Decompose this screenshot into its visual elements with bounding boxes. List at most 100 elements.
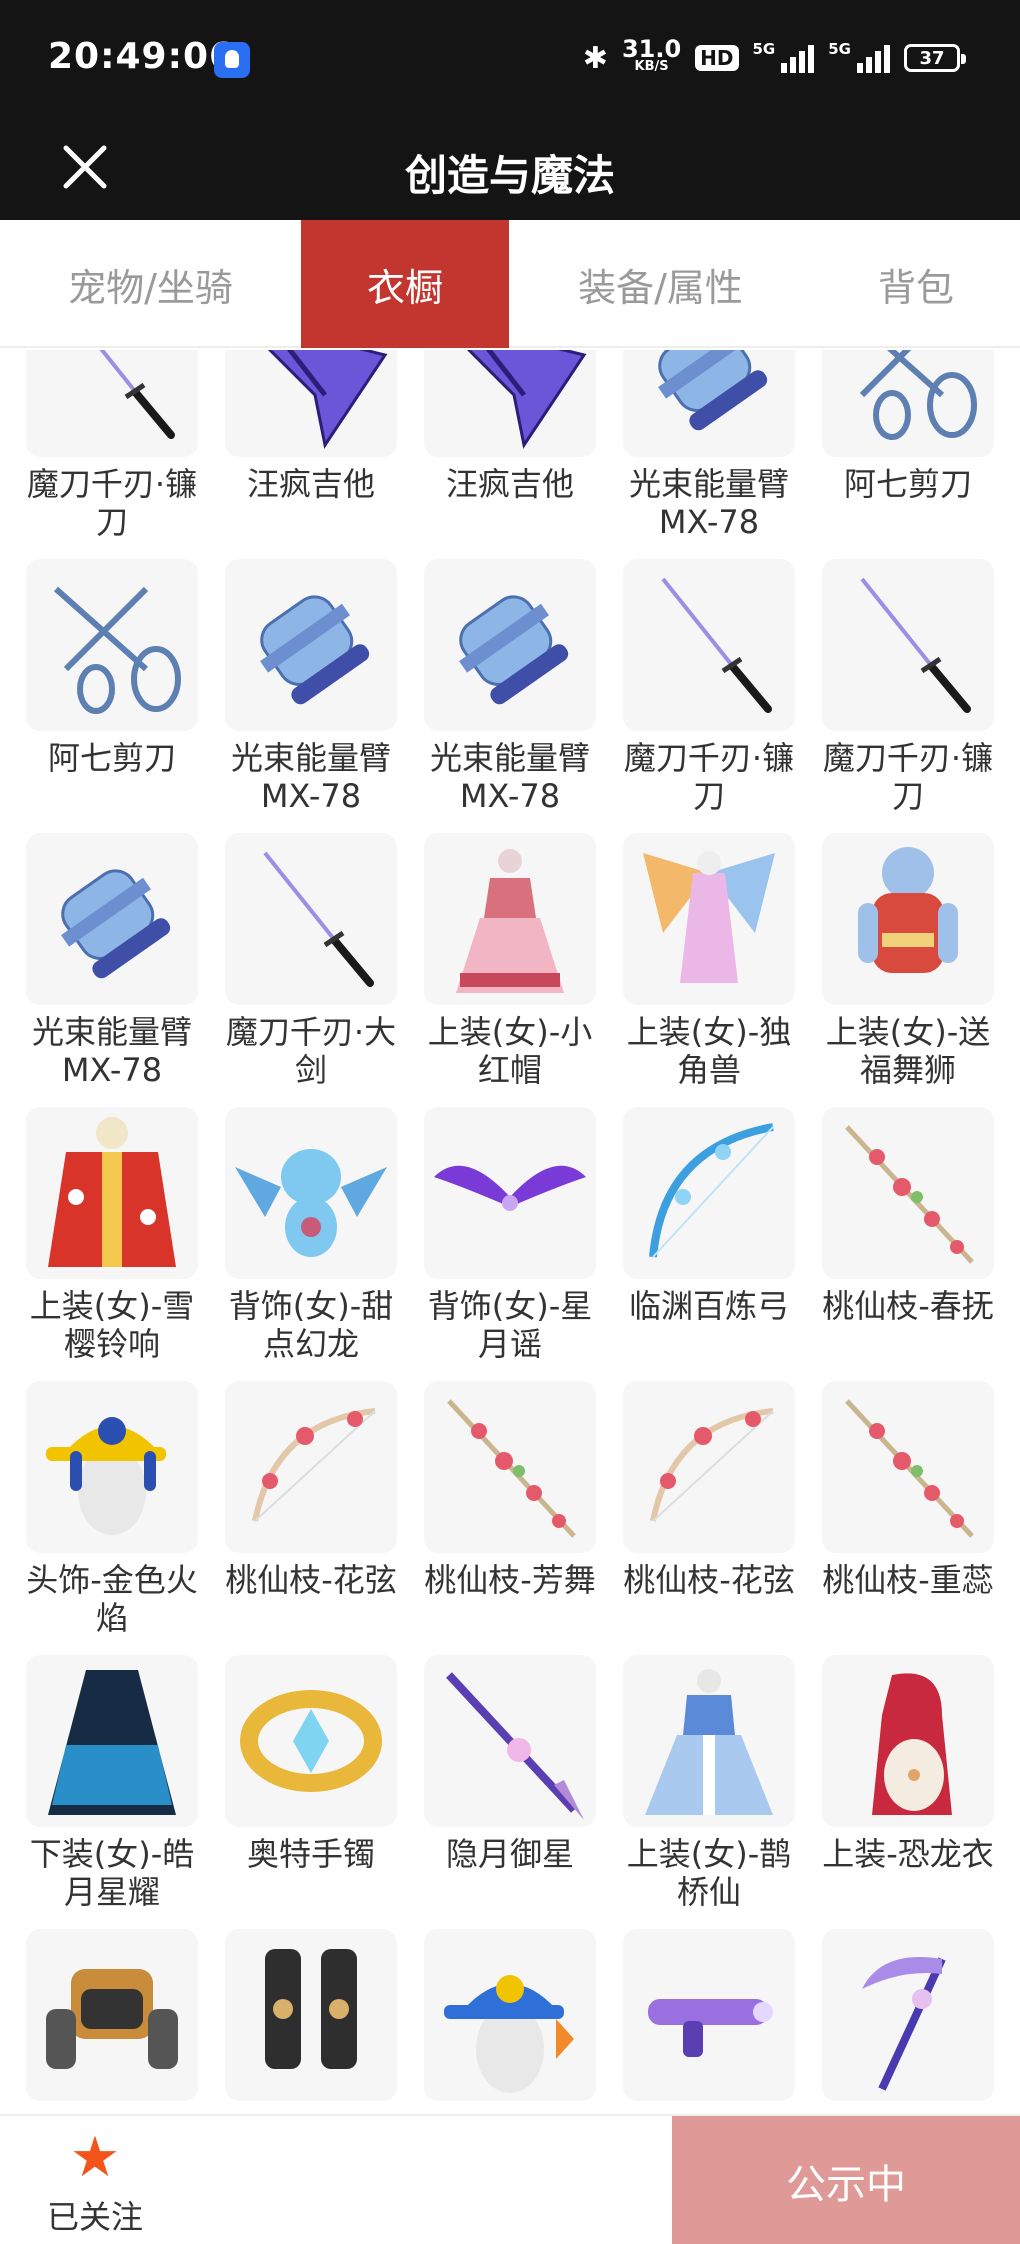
item-image [447, 1399, 576, 1538]
wardrobe-item[interactable]: 阿七剪刀 [26, 559, 198, 833]
item-thumbnail [623, 1655, 795, 1827]
item-image [263, 851, 374, 987]
item-grid-scroll[interactable]: 魔刀千刃·镰刀 汪疯吉他 汪疯吉他 光束能量臂MX-78 阿七剪刀 阿七剪刀 光束能量臂MX… [0, 350, 1020, 2114]
item-image [252, 1408, 376, 1522]
wardrobe-item[interactable]: 魔刀千刃·镰刀 [822, 559, 994, 833]
item-name: 背饰(女)-星月谣 [427, 1287, 593, 1363]
wardrobe-item[interactable]: 隐月御星 [424, 1655, 596, 1929]
wardrobe-item[interactable] [623, 1929, 795, 2114]
star-icon: ★ [69, 2125, 121, 2190]
item-image [872, 1673, 952, 1815]
item-thumbnail [26, 350, 198, 457]
item-thumbnail [822, 1929, 994, 2101]
category-tabs: 宠物/坐骑 衣橱 装备/属性 背包 [0, 220, 1020, 348]
item-name: 奥特手镯 [246, 1835, 375, 1873]
item-name: 下装(女)-皓月星耀 [29, 1835, 195, 1911]
item-thumbnail [623, 1381, 795, 1553]
item-image [845, 1399, 974, 1538]
network-type-1: 5G [752, 40, 776, 58]
item-image [859, 350, 977, 440]
item-image [235, 1149, 387, 1257]
wardrobe-item[interactable]: 上装(女)-独角兽 [623, 833, 795, 1107]
item-thumbnail [225, 1381, 397, 1553]
app-notification-icon [214, 42, 250, 78]
item-thumbnail [26, 833, 198, 1005]
tab-backpack[interactable]: 背包 [812, 220, 1020, 348]
wardrobe-item[interactable]: 奥特手镯 [225, 1655, 397, 1929]
item-thumbnail [822, 1381, 994, 1553]
wardrobe-item[interactable]: 下装(女)-皓月星耀 [26, 1655, 198, 1929]
wardrobe-item[interactable]: 桃仙枝-春抚 [822, 1107, 994, 1381]
wardrobe-item[interactable]: 桃仙枝-重蕊 [822, 1381, 994, 1655]
item-thumbnail [225, 1655, 397, 1827]
item-thumbnail [424, 350, 596, 457]
wardrobe-item[interactable]: 光束能量臂MX-78 [26, 833, 198, 1107]
tab-equipment[interactable]: 装备/属性 [509, 220, 812, 348]
item-thumbnail [424, 833, 596, 1005]
wardrobe-item[interactable]: 上装(女)-小红帽 [424, 833, 596, 1107]
wardrobe-item[interactable]: 上装(女)-送福舞狮 [822, 833, 994, 1107]
wardrobe-item[interactable]: 背饰(女)-甜点幻龙 [225, 1107, 397, 1381]
item-name: 上装-恐龙衣 [822, 1835, 994, 1873]
item-thumbnail [623, 833, 795, 1005]
wardrobe-item[interactable]: 魔刀千刃·大剑 [225, 833, 397, 1107]
bluetooth-icon: ✱ [582, 40, 608, 76]
follow-button[interactable]: ★ 已关注 [30, 2128, 160, 2238]
item-thumbnail [225, 350, 397, 457]
wardrobe-item[interactable] [424, 1929, 596, 2114]
item-image [265, 1949, 357, 2069]
item-image [267, 350, 388, 449]
item-thumbnail [225, 1107, 397, 1279]
item-thumbnail [26, 1381, 198, 1553]
tab-wardrobe[interactable]: 衣橱 [301, 220, 509, 348]
wardrobe-item[interactable]: 汪疯吉他 [225, 350, 397, 559]
item-image [845, 1125, 974, 1264]
item-thumbnail [26, 1107, 198, 1279]
item-image [434, 1165, 586, 1211]
wardrobe-item[interactable]: 汪疯吉他 [424, 350, 596, 559]
hd-voice-icon: HD [695, 45, 739, 71]
item-name: 桃仙枝-花弦 [225, 1561, 397, 1599]
item-image [240, 1690, 382, 1792]
network-speed: 31.0 KB/S [621, 35, 682, 74]
item-name: 桃仙枝-重蕊 [822, 1561, 994, 1599]
wardrobe-item[interactable]: 临渊百炼弓 [623, 1107, 795, 1381]
wardrobe-item[interactable]: 桃仙枝-花弦 [623, 1381, 795, 1655]
wardrobe-item[interactable]: 魔刀千刃·镰刀 [623, 559, 795, 833]
item-thumbnail [623, 1929, 795, 2101]
wardrobe-item[interactable]: 上装-恐龙衣 [822, 1655, 994, 1929]
item-thumbnail [225, 833, 397, 1005]
wardrobe-item[interactable]: 阿七剪刀 [822, 350, 994, 559]
page-title: 创造与魔法 [404, 151, 615, 200]
wardrobe-item[interactable]: 光束能量臂MX-78 [225, 559, 397, 833]
wardrobe-item[interactable]: 桃仙枝-芳舞 [424, 1381, 596, 1655]
item-image [466, 350, 587, 449]
wardrobe-item[interactable]: 头饰-金色火焰 [26, 1381, 198, 1655]
item-name: 魔刀千刃·镰刀 [623, 739, 795, 815]
wardrobe-item[interactable] [225, 1929, 397, 2114]
tab-pets-mounts[interactable]: 宠物/坐骑 [0, 220, 301, 348]
item-name: 光束能量臂MX-78 [628, 465, 789, 541]
wardrobe-item[interactable]: 光束能量臂MX-78 [424, 559, 596, 833]
item-thumbnail [424, 1929, 596, 2101]
signal-strength-icon-1 [781, 43, 815, 73]
item-name: 临渊百炼弓 [628, 1287, 789, 1325]
wardrobe-item[interactable]: 上装(女)-雪樱铃响 [26, 1107, 198, 1381]
item-image [658, 350, 768, 431]
wardrobe-item[interactable]: 魔刀千刃·镰刀 [26, 350, 198, 559]
wardrobe-item[interactable]: 桃仙枝-花弦 [225, 1381, 397, 1655]
item-name: 汪疯吉他 [445, 465, 574, 503]
wardrobe-item[interactable] [822, 1929, 994, 2114]
wardrobe-item[interactable]: 上装(女)-鹊桥仙 [623, 1655, 795, 1929]
item-image [862, 1957, 946, 2091]
wardrobe-item[interactable] [26, 1929, 198, 2114]
item-name: 阿七剪刀 [843, 465, 972, 503]
item-thumbnail [26, 559, 198, 731]
wardrobe-item[interactable]: 光束能量臂MX-78 [623, 350, 795, 559]
item-image [260, 595, 370, 705]
item-name: 上装(女)-独角兽 [626, 1013, 792, 1089]
wardrobe-item[interactable]: 背饰(女)-星月谣 [424, 1107, 596, 1381]
public-status-button[interactable]: 公示中 [672, 2116, 1020, 2244]
item-name: 桃仙枝-花弦 [623, 1561, 795, 1599]
item-thumbnail [225, 1929, 397, 2101]
